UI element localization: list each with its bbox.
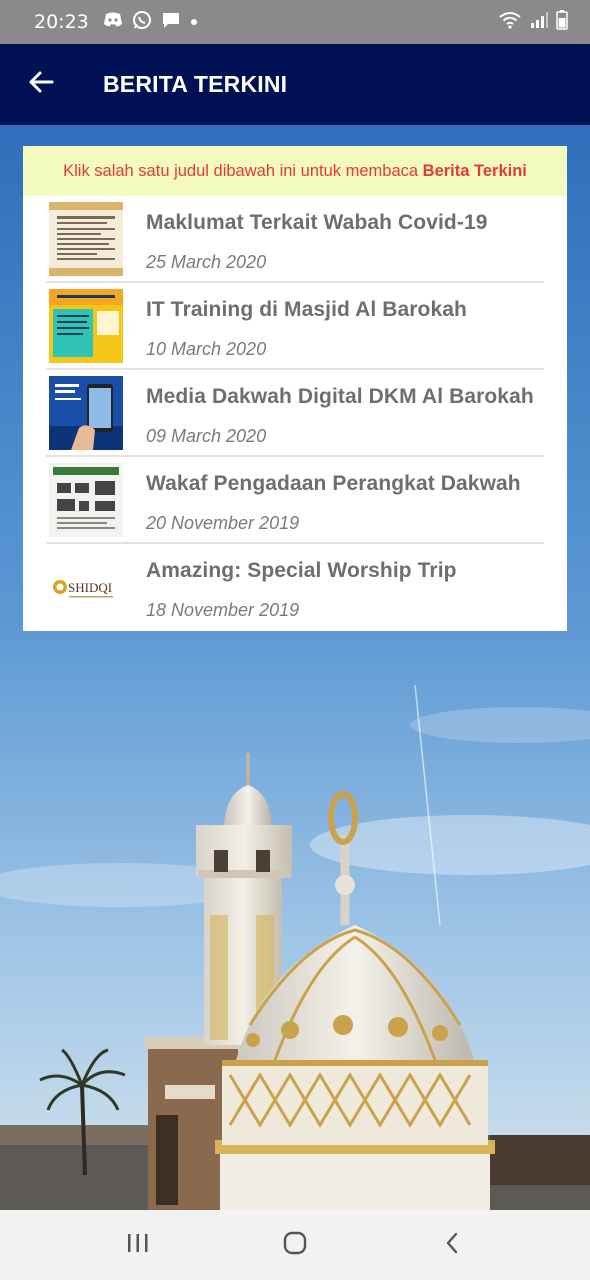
- news-item-it-training[interactable]: IT Training di Masjid Al Barokah 10 Marc…: [46, 283, 544, 370]
- news-card: Klik salah satu judul dibawah ini untuk …: [23, 146, 567, 631]
- shidqi-logo-text: SHIDQI: [68, 580, 112, 595]
- home-icon: [282, 1230, 308, 1261]
- news-date: 25 March 2020: [146, 252, 267, 272]
- wifi-icon: [498, 11, 522, 34]
- news-text: Maklumat Terkait Wabah Covid-19 25 March…: [146, 202, 488, 273]
- arrow-left-icon: [28, 70, 54, 99]
- whatsapp-icon: [132, 10, 152, 35]
- navigation-bar: [0, 1210, 590, 1280]
- status-bar: 20:23: [0, 0, 590, 44]
- news-date: 10 March 2020: [146, 339, 267, 359]
- message-icon: [161, 11, 181, 34]
- back-button[interactable]: [0, 44, 82, 125]
- news-text: Amazing: Special Worship Trip 18 Novembe…: [146, 550, 457, 621]
- news-item-wakaf[interactable]: Wakaf Pengadaan Perangkat Dakwah 20 Nove…: [46, 457, 544, 544]
- signal-icon: [530, 11, 548, 34]
- home-button[interactable]: [255, 1215, 335, 1275]
- instruction-banner: Klik salah satu judul dibawah ini untuk …: [23, 146, 567, 196]
- instruction-text: Klik salah satu judul dibawah ini untuk …: [63, 162, 423, 180]
- battery-icon: [556, 9, 568, 35]
- news-title[interactable]: IT Training di Masjid Al Barokah: [146, 298, 467, 322]
- news-text: Media Dakwah Digital DKM Al Barokah 09 M…: [146, 376, 534, 447]
- news-date: 20 November 2019: [146, 513, 300, 533]
- notification-icons: [103, 10, 198, 35]
- news-item-worship-trip[interactable]: SHIDQI Amazing: Special Worship Trip 18 …: [46, 544, 544, 631]
- back-icon: [443, 1231, 461, 1260]
- system-icons: [498, 9, 568, 35]
- news-date: 09 March 2020: [146, 426, 267, 446]
- instruction-highlight: Berita Terkini: [422, 162, 527, 180]
- system-back-button[interactable]: [412, 1215, 492, 1275]
- news-list: Maklumat Terkait Wabah Covid-19 25 March…: [23, 196, 567, 631]
- news-thumbnail: [49, 376, 123, 450]
- dot-icon: [190, 13, 198, 31]
- news-title[interactable]: Wakaf Pengadaan Perangkat Dakwah: [146, 472, 521, 496]
- recents-button[interactable]: [98, 1215, 178, 1275]
- page-title: BERITA TERKINI: [103, 71, 288, 97]
- recents-icon: [126, 1232, 150, 1259]
- news-thumbnail: [49, 289, 123, 363]
- news-title[interactable]: Maklumat Terkait Wabah Covid-19: [146, 211, 488, 235]
- news-thumbnail: [49, 202, 123, 276]
- news-item-covid[interactable]: Maklumat Terkait Wabah Covid-19 25 March…: [46, 196, 544, 283]
- news-date: 18 November 2019: [146, 600, 300, 620]
- news-thumbnail: [49, 463, 123, 537]
- news-title[interactable]: Media Dakwah Digital DKM Al Barokah: [146, 385, 534, 409]
- news-title[interactable]: Amazing: Special Worship Trip: [146, 559, 457, 583]
- news-text: Wakaf Pengadaan Perangkat Dakwah 20 Nove…: [146, 463, 521, 534]
- news-thumbnail: SHIDQI: [49, 550, 123, 624]
- app-bar: BERITA TERKINI: [0, 44, 590, 125]
- news-text: IT Training di Masjid Al Barokah 10 Marc…: [146, 289, 467, 360]
- status-time: 20:23: [34, 11, 89, 33]
- news-item-media-dakwah[interactable]: Media Dakwah Digital DKM Al Barokah 09 M…: [46, 370, 544, 457]
- discord-icon: [103, 12, 123, 33]
